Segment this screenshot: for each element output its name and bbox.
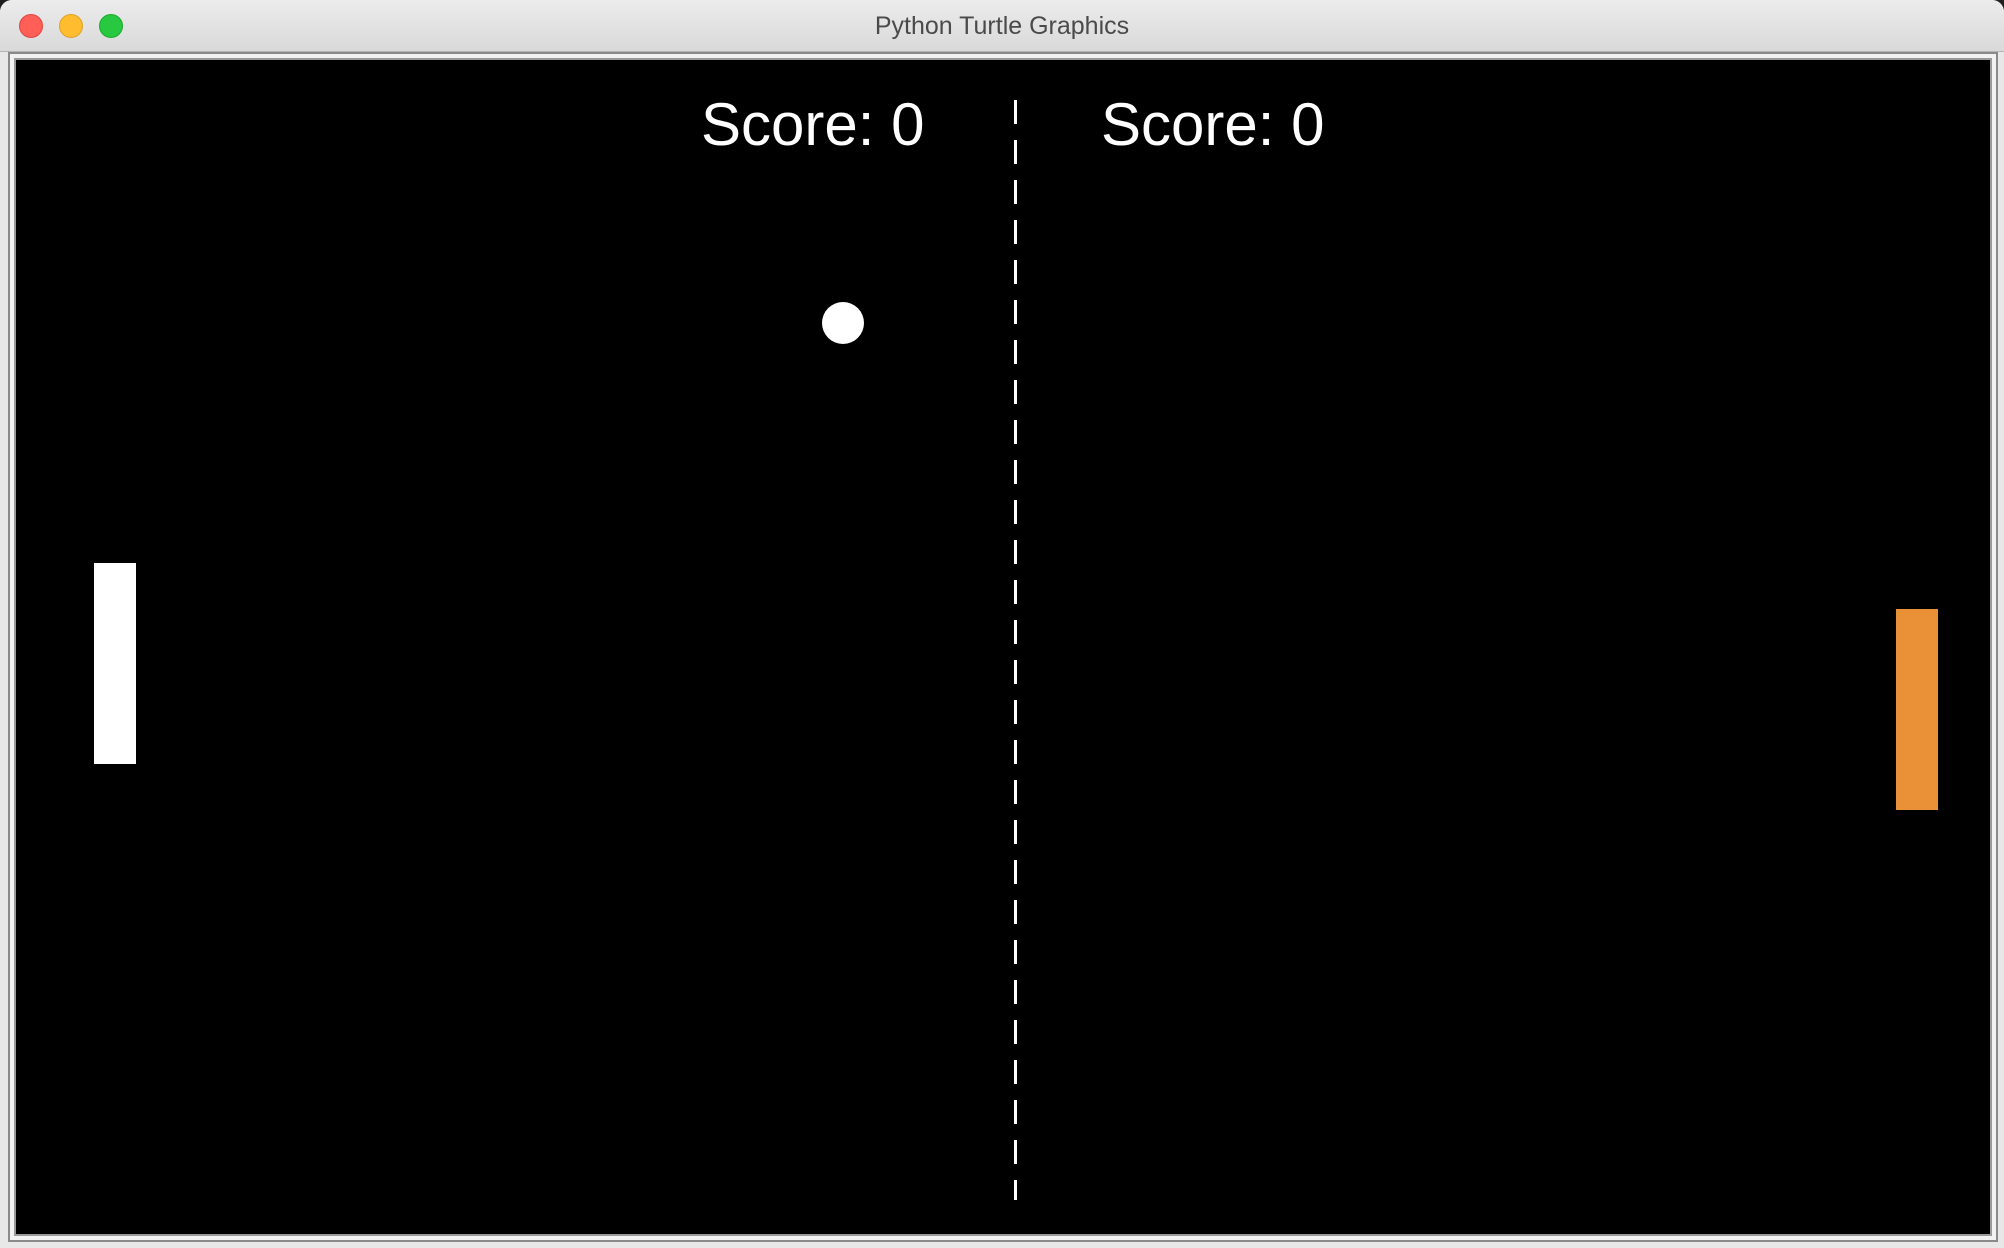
center-divider-line	[1014, 100, 1017, 1200]
title-bar[interactable]: Python Turtle Graphics	[0, 0, 2004, 52]
ball	[822, 302, 864, 344]
right-player-score: Score: 0	[1101, 91, 1325, 158]
left-player-score: Score: 0	[701, 91, 925, 158]
left-paddle	[94, 563, 136, 764]
app-window: Python Turtle Graphics Score: 0 Score: 0	[0, 0, 2004, 1248]
right-paddle	[1896, 609, 1938, 810]
game-canvas[interactable]: Score: 0 Score: 0	[14, 58, 1992, 1236]
turtle-canvas-frame: Score: 0 Score: 0	[8, 52, 1998, 1242]
window-title: Python Turtle Graphics	[874, 12, 1130, 40]
